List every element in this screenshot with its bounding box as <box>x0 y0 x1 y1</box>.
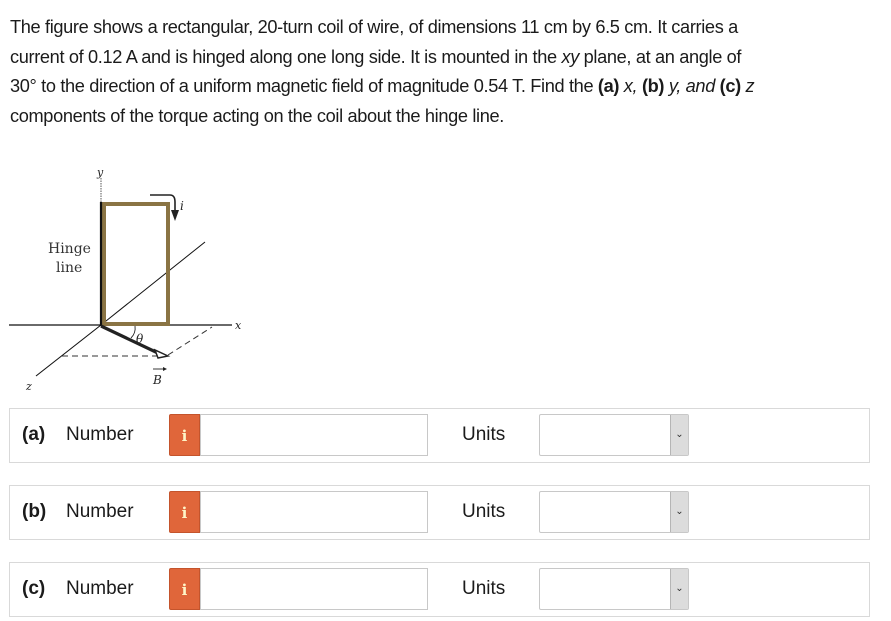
number-label: Number <box>66 424 134 445</box>
units-label: Units <box>462 424 506 445</box>
coil-rectangle <box>102 202 170 326</box>
units-label: Units <box>462 578 506 599</box>
info-icon[interactable]: i <box>169 414 200 456</box>
question-text: The figure shows a rectangular, 20-turn … <box>10 13 880 131</box>
answer-row-a: (a) Number i Units ⌄ <box>9 408 870 463</box>
info-icon[interactable]: i <box>169 568 200 610</box>
part-label: (c) <box>22 578 46 599</box>
chevron-down-icon[interactable]: ⌄ <box>670 492 688 532</box>
question-line-1: The figure shows a rectangular, 20-turn … <box>10 17 738 37</box>
question-line-3: 30° to the direction of a uniform magnet… <box>10 76 755 96</box>
b-label: B <box>152 373 162 387</box>
dashed-projection-2 <box>167 326 213 356</box>
y-axis-label: y <box>96 166 104 179</box>
number-input-b[interactable] <box>200 491 428 533</box>
question-line-2: current of 0.12 A and is hinged along on… <box>10 46 742 67</box>
chevron-down-icon[interactable]: ⌄ <box>670 569 688 609</box>
b-vector <box>100 324 161 356</box>
theta-label: θ <box>136 332 144 346</box>
z-axis-label: z <box>25 380 32 393</box>
theta-arc <box>130 325 136 339</box>
hinge-label-1: Hinge <box>48 241 91 257</box>
units-select-c[interactable]: ⌄ <box>539 568 689 610</box>
x-axis-label: x <box>235 319 242 332</box>
number-label: Number <box>66 578 134 599</box>
chevron-down-icon[interactable]: ⌄ <box>670 415 688 455</box>
z-axis <box>35 324 102 377</box>
number-label: Number <box>66 501 134 522</box>
number-input-c[interactable] <box>200 568 428 610</box>
units-label: Units <box>462 501 506 522</box>
b-vector-arrowhead <box>153 348 171 359</box>
number-input-a[interactable] <box>200 414 428 456</box>
hinge-label-2: line <box>56 260 82 276</box>
coil-figure: y x z i θ B Hinge line <box>0 150 260 400</box>
answer-row-b: (b) Number i Units ⌄ <box>9 485 870 540</box>
units-select-a[interactable]: ⌄ <box>539 414 689 456</box>
b-label-vector-tip <box>163 367 167 371</box>
part-label: (a) <box>22 424 46 445</box>
current-label: i <box>180 199 184 213</box>
part-label: (b) <box>22 501 47 522</box>
info-icon[interactable]: i <box>169 491 200 533</box>
question-line-4: components of the torque acting on the c… <box>10 105 504 126</box>
field-plane-line <box>100 241 206 326</box>
units-select-b[interactable]: ⌄ <box>539 491 689 533</box>
current-arrowhead <box>171 210 179 221</box>
answer-row-c: (c) Number i Units ⌄ <box>9 562 870 617</box>
